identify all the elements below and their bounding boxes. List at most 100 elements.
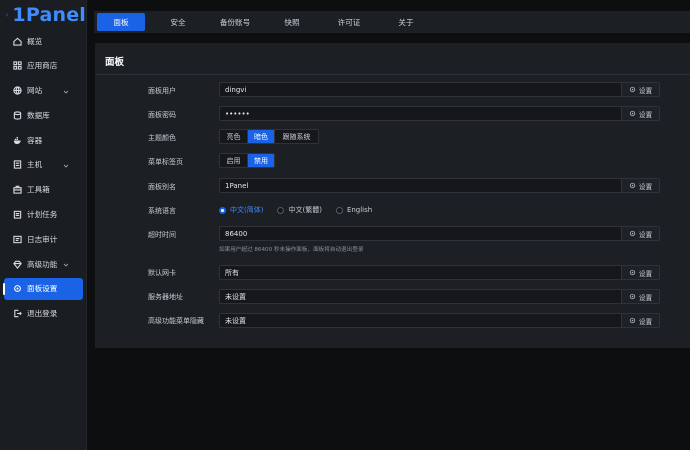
panel-user-set-button[interactable]: 设置 xyxy=(621,83,659,96)
radio-dot xyxy=(335,206,343,214)
tab-5[interactable]: 许可证 xyxy=(325,13,373,31)
server-icon xyxy=(13,160,22,170)
gear-icon xyxy=(629,86,635,93)
gear-icon xyxy=(629,110,635,117)
chevron-down-icon xyxy=(63,261,69,267)
language-radio-1[interactable]: 中文(简体) xyxy=(219,205,263,215)
label-language: 系统语言 xyxy=(148,207,176,215)
sidebar-nav: 概览应用商店网站数据库容器主机工具箱计划任务日志审计高级功能面板设置退出登录 xyxy=(0,30,86,325)
gear-icon xyxy=(629,317,635,324)
sidebar-item-label: 退出登录 xyxy=(27,309,58,319)
tab-3[interactable]: 备份账号 xyxy=(211,13,259,31)
home-icon xyxy=(13,37,22,46)
default-nic-value: 所有 xyxy=(225,268,239,277)
panel-settings-card: 面板 面板用户 dingvi 设置 面板密码 •••••• 设置 主题颜色 亮色… xyxy=(95,43,690,348)
diamond-icon xyxy=(13,260,22,269)
sidebar-item-label: 工具箱 xyxy=(27,185,50,195)
sidebar-item-label: 数据库 xyxy=(27,110,50,120)
panel-user-value: dingvi xyxy=(225,85,247,94)
clipboard-icon xyxy=(13,210,22,219)
label-theme: 主题颜色 xyxy=(148,134,176,142)
settings-tabs: 面板 安全 备份账号 快照 许可证 关于 xyxy=(94,11,690,33)
log-icon xyxy=(13,235,22,244)
gear-icon xyxy=(629,182,635,189)
divider xyxy=(95,74,690,75)
sidebar-item-3[interactable]: 网站 xyxy=(4,80,83,102)
sidebar-item-2[interactable]: 应用商店 xyxy=(4,55,83,77)
sidebar-item-label: 网站 xyxy=(27,86,43,96)
menu_tab-option-2[interactable]: 禁用 xyxy=(247,154,274,167)
tab-4[interactable]: 快照 xyxy=(268,13,316,31)
logout-icon xyxy=(13,309,22,318)
sidebar-item-label: 主机 xyxy=(27,160,43,170)
sidebar-item-label: 日志审计 xyxy=(27,234,58,244)
hidden-menu-set-button[interactable]: 设置 xyxy=(621,314,659,327)
default-nic-field: 所有 设置 xyxy=(219,265,660,280)
sidebar-item-9[interactable]: 日志审计 xyxy=(4,228,83,250)
active-indicator xyxy=(3,282,5,295)
label-default-nic: 默认网卡 xyxy=(148,269,176,277)
timeout-hint: 如果用户超过 86400 秒未操作面板，面板将自动退出登录 xyxy=(219,247,364,253)
logo[interactable]: 1Panel xyxy=(0,0,86,30)
grid-icon xyxy=(13,61,22,70)
panel-password-field: •••••• 设置 xyxy=(219,106,660,121)
menu-tab-selector: 启用 禁用 xyxy=(219,153,275,168)
sidebar-item-label: 概览 xyxy=(27,36,43,46)
tab-6[interactable]: 关于 xyxy=(382,13,430,31)
sidebar-item-5[interactable]: 容器 xyxy=(4,129,83,151)
radio-label: 中文(繁體) xyxy=(288,206,322,214)
timeout-field: 86400 设置 xyxy=(219,226,660,241)
sidebar: 1Panel 概览应用商店网站数据库容器主机工具箱计划任务日志审计高级功能面板设… xyxy=(0,0,87,450)
chevron-down-icon xyxy=(63,88,69,94)
sidebar-item-label: 面板设置 xyxy=(27,284,58,294)
panel-alias-value: 1Panel xyxy=(225,181,249,190)
globe-icon xyxy=(13,86,22,95)
sidebar-item-4[interactable]: 数据库 xyxy=(4,104,83,126)
sidebar-item-12[interactable]: 退出登录 xyxy=(4,303,83,325)
docker-icon xyxy=(13,136,22,145)
default-nic-set-button[interactable]: 设置 xyxy=(621,266,659,279)
gear-icon xyxy=(629,230,635,237)
label-hidden-menu: 高级功能菜单隐藏 xyxy=(148,317,204,325)
sidebar-item-label: 容器 xyxy=(27,135,43,145)
panel-user-field: dingvi 设置 xyxy=(219,82,660,97)
database-icon xyxy=(13,111,22,120)
language-radio-3[interactable]: English xyxy=(335,206,373,214)
label-timeout: 超时时间 xyxy=(148,231,176,239)
radio-label: English xyxy=(346,206,373,214)
sidebar-item-7[interactable]: 工具箱 xyxy=(4,179,83,201)
gear-icon xyxy=(629,293,635,300)
label-menu-tab: 菜单标签页 xyxy=(148,158,183,166)
label-panel-user: 面板用户 xyxy=(148,87,176,95)
tab-1[interactable]: 面板 xyxy=(97,13,145,31)
sidebar-item-1[interactable]: 概览 xyxy=(4,30,83,52)
language-radio-2[interactable]: 中文(繁體) xyxy=(277,205,322,215)
menu_tab-option-1[interactable]: 启用 xyxy=(220,154,247,167)
timeout-set-button[interactable]: 设置 xyxy=(621,227,659,240)
server-address-value: 未设置 xyxy=(225,292,246,301)
tab-2[interactable]: 安全 xyxy=(154,13,202,31)
panel-alias-set-button[interactable]: 设置 xyxy=(621,179,659,192)
sidebar-item-label: 应用商店 xyxy=(27,61,58,71)
theme-option-2[interactable]: 暗色 xyxy=(247,130,274,143)
label-panel-alias: 面板别名 xyxy=(148,183,176,191)
1panel-logo-icon xyxy=(6,13,9,17)
server-address-field: 未设置 设置 xyxy=(219,289,660,304)
sidebar-item-label: 计划任务 xyxy=(27,210,58,220)
panel-title: 面板 xyxy=(105,57,125,68)
gear-icon xyxy=(13,284,22,293)
gear-icon xyxy=(629,269,635,276)
sidebar-item-6[interactable]: 主机 xyxy=(4,154,83,176)
server-address-set-button[interactable]: 设置 xyxy=(621,290,659,303)
sidebar-item-10[interactable]: 高级功能 xyxy=(4,253,83,275)
theme-option-3[interactable]: 跟随系统 xyxy=(274,130,318,143)
theme-option-1[interactable]: 亮色 xyxy=(220,130,247,143)
theme-selector: 亮色 暗色 跟随系统 xyxy=(219,129,319,144)
label-server-address: 服务器地址 xyxy=(148,293,183,301)
language-radio-group: 中文(简体) 中文(繁體) English xyxy=(219,205,386,215)
sidebar-item-11[interactable]: 面板设置 xyxy=(3,277,83,300)
panel-password-value: •••••• xyxy=(225,109,250,118)
radio-label: 中文(简体) xyxy=(230,206,264,214)
panel-password-set-button[interactable]: 设置 xyxy=(621,107,659,120)
sidebar-item-8[interactable]: 计划任务 xyxy=(4,204,83,226)
